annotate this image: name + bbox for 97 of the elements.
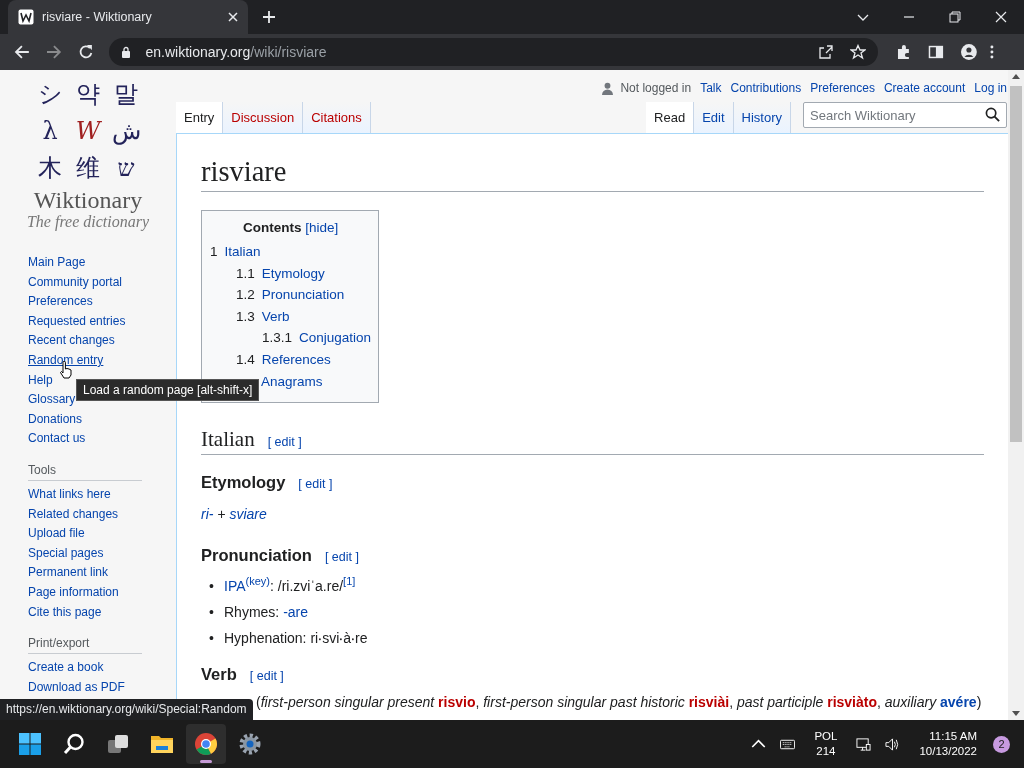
sidebar-link[interactable]: Upload file — [28, 524, 176, 544]
contents-link[interactable]: 1.4 References — [236, 351, 331, 367]
login-status: Not logged in — [620, 81, 692, 95]
lock-icon — [121, 46, 132, 58]
contents-link[interactable]: 1.3.1 Conjugation — [262, 330, 372, 346]
link[interactable]: sviare — [229, 506, 267, 523]
link[interactable]: ri- — [201, 506, 214, 523]
view-tab[interactable]: Edit — [694, 102, 734, 133]
link[interactable]: [1] — [343, 578, 356, 595]
close-icon[interactable] — [228, 12, 238, 22]
user-link[interactable]: Contributions — [730, 81, 802, 95]
sidebar-link[interactable]: Permanent link — [28, 563, 176, 583]
contents-link[interactable]: 1.1 Etymology — [236, 265, 325, 281]
sidebar-link[interactable]: What links here — [28, 484, 176, 505]
search-icon[interactable] — [985, 107, 1000, 122]
address-field[interactable]: en.wiktionary.org/wiki/risviare — [109, 38, 878, 66]
browser-tab[interactable]: risviare - Wiktionary — [8, 0, 248, 34]
task-view-icon — [106, 732, 130, 756]
reload-icon[interactable] — [77, 44, 94, 60]
url-text: en.wiktionary.org/wiki/risviare — [145, 44, 327, 60]
bullet: • — [209, 603, 215, 623]
tooltip: Load a random page [alt-shift-x] — [76, 379, 260, 401]
link[interactable]: risviàto — [827, 694, 877, 711]
restore-icon[interactable] — [949, 11, 961, 23]
side-panel-icon[interactable] — [928, 44, 945, 60]
view-tab[interactable]: History — [733, 102, 791, 133]
bullet-text: IPA$^{(key)}$: /ri.zviˈa.re/$^{[1]}$ — [224, 575, 356, 597]
chrome-icon — [194, 732, 218, 756]
user-link[interactable]: Create account — [883, 81, 966, 95]
sidebar-link[interactable]: Donations — [28, 409, 176, 430]
profile-icon[interactable] — [961, 44, 978, 60]
bullet-text: Hyphenation: ri‧svi‧à‧re — [224, 629, 368, 649]
plus-icon[interactable] — [263, 11, 275, 23]
bullet-text: Rhymes: -are — [224, 603, 309, 623]
star-icon[interactable] — [849, 44, 866, 60]
back-arrow-icon[interactable] — [14, 44, 30, 60]
sidebar-link[interactable]: Download as PDF — [28, 677, 176, 698]
contents-title: Contents — [242, 220, 302, 235]
input-language[interactable]: POL 214 — [814, 729, 838, 759]
edit-link[interactable]: [ edit ] — [267, 435, 302, 450]
page-tab[interactable]: Entry — [176, 102, 224, 133]
sidebar-link[interactable]: Random entry — [28, 350, 176, 371]
subsection-heading: Pronunciation — [201, 546, 312, 566]
sidebar-link[interactable]: Create a book — [28, 658, 176, 678]
user-link[interactable]: Log in — [974, 81, 1007, 95]
sidebar-link[interactable]: Page information — [28, 582, 176, 603]
page-tab[interactable]: Citations — [303, 102, 371, 133]
search-field[interactable]: Search Wiktionary — [803, 102, 1007, 128]
edit-link[interactable]: [ edit ] — [249, 669, 284, 684]
user-link[interactable]: Talk — [700, 81, 722, 95]
subsection-heading: Etymology — [201, 473, 286, 493]
wiktionary-icon — [18, 9, 34, 25]
link[interactable]: avére — [940, 694, 977, 711]
forward-arrow-icon[interactable] — [45, 44, 62, 60]
tab-title: risviare - Wiktionary — [42, 10, 153, 24]
subsection-heading: Verb — [201, 665, 237, 685]
sidebar-link[interactable]: Recent changes — [28, 331, 176, 351]
sidebar-heading: Print/export — [28, 636, 142, 655]
section-heading: Italian — [201, 427, 255, 453]
sidebar-link[interactable]: Special pages — [28, 543, 176, 564]
network-icon[interactable] — [856, 736, 872, 752]
gear-icon — [238, 732, 262, 756]
user-icon — [602, 81, 614, 95]
taskbar-button[interactable] — [186, 724, 226, 764]
notification-badge[interactable]: 2 — [993, 735, 1010, 753]
link[interactable]: -are — [283, 604, 309, 621]
link[interactable]: (key) — [245, 578, 270, 595]
status-url: https://en.wiktionary.org/wiki/Special:Random — [0, 699, 253, 720]
sidebar-heading: Tools — [28, 462, 142, 481]
contents-link[interactable]: 1 Italian — [210, 244, 261, 259]
puzzle-icon[interactable] — [895, 44, 912, 60]
sidebar-link[interactable]: Contact us — [28, 429, 176, 449]
sidebar-link[interactable]: Requested entries — [28, 311, 176, 332]
edit-link[interactable]: [ edit ] — [298, 477, 333, 492]
page-tab[interactable]: Discussion — [223, 102, 304, 133]
link[interactable]: IPA — [224, 578, 246, 595]
bullet: • — [209, 577, 215, 597]
clock[interactable]: 11:15 AM 10/13/2022 — [919, 729, 977, 759]
close-icon[interactable] — [995, 11, 1007, 23]
share-icon[interactable] — [817, 44, 834, 60]
contents-link[interactable]: 1.3 Verb — [236, 308, 290, 324]
sidebar-link[interactable]: Related changes — [28, 504, 176, 525]
windows-icon — [18, 732, 42, 756]
user-link[interactable]: Preferences — [810, 81, 875, 95]
bullet: • — [209, 629, 215, 649]
sidebar-link[interactable]: Main Page — [28, 253, 176, 273]
sidebar-link[interactable]: Community portal — [28, 272, 176, 293]
edit-link[interactable]: [ edit ] — [324, 550, 359, 565]
search-icon — [62, 732, 86, 756]
view-tab[interactable]: Read — [646, 102, 695, 133]
sidebar-link[interactable]: Preferences — [28, 292, 176, 312]
paragraph-text: ri- + sviare — [201, 505, 268, 525]
hide-link[interactable]: [hide] — [305, 220, 339, 235]
sidebar-link[interactable]: Cite this page — [28, 602, 176, 623]
page-title: risviare — [201, 154, 984, 192]
speaker-icon[interactable] — [885, 736, 901, 752]
contents-link[interactable]: 1.2 Pronunciation — [236, 287, 345, 303]
